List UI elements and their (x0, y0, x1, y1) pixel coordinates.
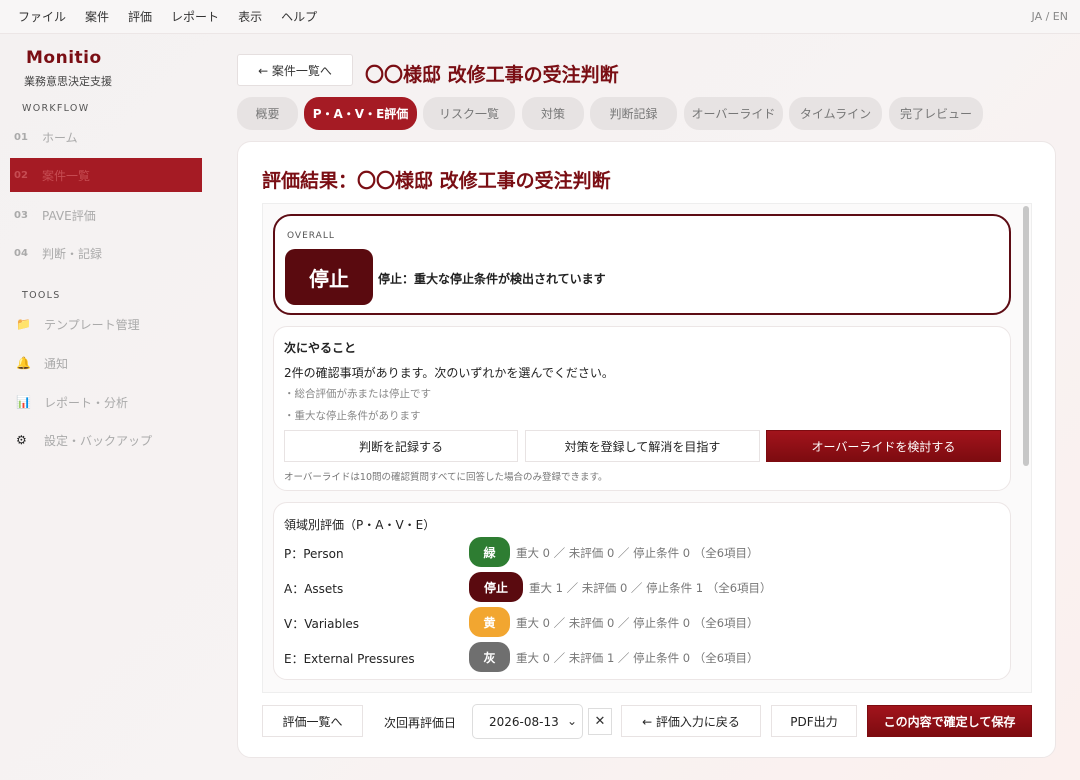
consider-override-button[interactable]: オーバーライドを検討する (766, 430, 1001, 462)
domain-title: 領域別評価（P・A・V・E） (284, 518, 436, 532)
sidebar-item-notifications[interactable]: 🔔 通知 (10, 346, 202, 380)
sidebar-item-home[interactable]: 01 ホーム (10, 120, 202, 154)
nav-label: 判断・記録 (42, 246, 103, 261)
overall-panel: OVERALL 停止 停止：重大な停止条件が検出されています (273, 214, 1011, 315)
gear-icon: ⚙ (16, 433, 27, 447)
menu-bar: ファイル 案件 評価 レポート 表示 ヘルプ JA / EN (0, 0, 1080, 34)
next-steps-bullet: ・重大な停止条件があります (284, 410, 421, 422)
overall-message: 停止：重大な停止条件が検出されています (378, 272, 606, 286)
domain-name: V：Variables (284, 617, 360, 631)
tab-timeline[interactable]: タイムライン (789, 97, 882, 130)
domain-stats: 重大 0 ／ 未評価 1 ／ 停止条件 0 （全6項目） (516, 651, 759, 665)
menu-view[interactable]: 表示 (238, 8, 262, 25)
chevron-down-icon: ⌄ (566, 714, 577, 728)
brand-logo: Monitio (26, 48, 102, 68)
sidebar-item-decision[interactable]: 04 判断・記録 (10, 236, 202, 270)
menu-evaluation[interactable]: 評価 (128, 8, 152, 25)
sidebar-item-templates[interactable]: 📁 テンプレート管理 (10, 307, 202, 341)
tab-override[interactable]: オーバーライド (684, 97, 783, 130)
domain-evaluation-panel: 領域別評価（P・A・V・E） P：Person 緑 重大 0 ／ 未評価 0 ／… (273, 502, 1011, 680)
page-title: 〇〇様邸 改修工事の受注判断 (365, 64, 619, 86)
sidebar: Monitio 業務意思決定支援 WORKFLOW 01 ホーム 02 案件一覧… (0, 34, 214, 780)
nav-number: 03 (14, 209, 28, 221)
domain-row-assets: A：Assets 停止 重大 1 ／ 未評価 0 ／ 停止条件 1 （全6項目） (284, 572, 1004, 602)
domain-stats: 重大 0 ／ 未評価 0 ／ 停止条件 0 （全6項目） (516, 546, 759, 560)
sidebar-item-pave[interactable]: 03 PAVE評価 (10, 198, 202, 232)
nav-label: レポート・分析 (44, 395, 129, 410)
domain-name: A：Assets (284, 582, 344, 596)
nav-label: PAVE評価 (42, 208, 96, 223)
next-steps-description: 2件の確認事項があります。次のいずれかを選んでください。 (284, 366, 614, 380)
bell-icon: 🔔 (16, 356, 31, 370)
evaluation-list-button[interactable]: 評価一覧へ (262, 705, 363, 737)
clear-date-button[interactable]: ✕ (588, 708, 612, 735)
overall-verdict-badge: 停止 (285, 249, 373, 305)
chart-icon: 📊 (16, 395, 31, 409)
record-decision-button[interactable]: 判断を記録する (284, 430, 518, 462)
domain-name: E：External Pressures (284, 652, 415, 666)
next-steps-bullet: ・総合評価が赤または停止です (284, 388, 431, 400)
back-to-input-button[interactable]: ← 評価入力に戻る (621, 705, 761, 737)
scrollbar[interactable] (1023, 206, 1029, 466)
sidebar-item-cases[interactable]: 02 案件一覧 (10, 158, 202, 192)
nav-number: 02 (14, 169, 28, 181)
sidebar-item-settings[interactable]: ⚙ 設定・バックアップ (10, 423, 202, 457)
menu-report[interactable]: レポート (171, 8, 219, 25)
result-title: 評価結果：〇〇様邸 改修工事の受注判断 (262, 170, 611, 192)
language-switch[interactable]: JA / EN (1032, 10, 1068, 23)
reevaluation-date-label: 次回再評価日 (384, 716, 457, 730)
confirm-save-button[interactable]: この内容で確定して保存 (867, 705, 1032, 737)
next-steps-title: 次にやること (284, 341, 357, 355)
override-note: オーバーライドは10問の確認質問すべてに回答した場合のみ登録できます。 (284, 472, 608, 483)
domain-name: P：Person (284, 547, 344, 561)
nav-label: ホーム (42, 130, 78, 145)
nav-label: 案件一覧 (42, 168, 91, 183)
domain-stats: 重大 1 ／ 未評価 0 ／ 停止条件 1 （全6項目） (529, 581, 772, 595)
tab-pave[interactable]: P・A・V・E評価 (304, 97, 417, 130)
overall-tag: OVERALL (287, 231, 335, 241)
brand-subtitle: 業務意思決定支援 (24, 75, 112, 88)
pdf-export-button[interactable]: PDF出力 (771, 705, 857, 737)
nav-number: 04 (14, 247, 28, 259)
domain-stats: 重大 0 ／ 未評価 0 ／ 停止条件 0 （全6項目） (516, 616, 759, 630)
status-badge: 灰 (469, 642, 510, 672)
workflow-section-title: WORKFLOW (22, 103, 90, 114)
reevaluation-date-select[interactable]: 2026-08-13 ⌄ (472, 704, 583, 739)
tools-section-title: TOOLS (22, 290, 61, 301)
domain-row-external: E：External Pressures 灰 重大 0 ／ 未評価 1 ／ 停止… (284, 642, 1004, 672)
nav-label: 通知 (44, 356, 69, 371)
tab-completion-review[interactable]: 完了レビュー (889, 97, 983, 130)
back-to-cases-button[interactable]: ← 案件一覧へ (237, 54, 353, 86)
tab-decision-log[interactable]: 判断記録 (590, 97, 677, 130)
domain-row-person: P：Person 緑 重大 0 ／ 未評価 0 ／ 停止条件 0 （全6項目） (284, 537, 1004, 567)
tab-risks[interactable]: リスク一覧 (423, 97, 515, 130)
sidebar-item-reports[interactable]: 📊 レポート・分析 (10, 385, 202, 419)
status-badge: 黄 (469, 607, 510, 637)
menu-case[interactable]: 案件 (85, 8, 109, 25)
result-scroll-area[interactable]: OVERALL 停止 停止：重大な停止条件が検出されています 次にやること 2件… (262, 203, 1032, 693)
menu-file[interactable]: ファイル (18, 8, 66, 25)
register-measures-button[interactable]: 対策を登録して解消を目指す (525, 430, 760, 462)
date-value: 2026-08-13 (489, 714, 559, 729)
nav-label: 設定・バックアップ (44, 433, 153, 448)
folder-icon: 📁 (16, 317, 31, 331)
tab-overview[interactable]: 概要 (237, 97, 298, 130)
nav-number: 01 (14, 131, 28, 143)
next-steps-panel: 次にやること 2件の確認事項があります。次のいずれかを選んでください。 ・総合評… (273, 326, 1011, 491)
nav-label: テンプレート管理 (44, 317, 140, 332)
evaluation-card: 評価結果：〇〇様邸 改修工事の受注判断 OVERALL 停止 停止：重大な停止条… (237, 141, 1056, 758)
domain-row-variables: V：Variables 黄 重大 0 ／ 未評価 0 ／ 停止条件 0 （全6項… (284, 607, 1004, 637)
menu-help[interactable]: ヘルプ (281, 8, 317, 25)
tab-measures[interactable]: 対策 (522, 97, 584, 130)
status-badge: 停止 (469, 572, 523, 602)
status-badge: 緑 (469, 537, 510, 567)
